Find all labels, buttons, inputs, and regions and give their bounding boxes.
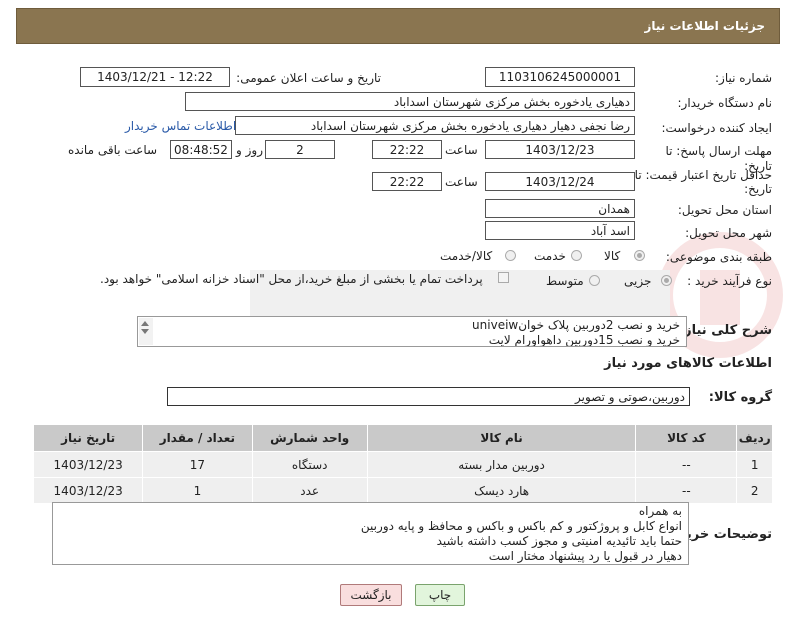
page-header: جزئیات اطلاعات نیاز bbox=[16, 8, 780, 44]
table-row: 1 -- دوربین مدار بسته دستگاه 17 1403/12/… bbox=[32, 451, 773, 478]
days-label: روز و bbox=[236, 143, 263, 157]
print-button[interactable]: چاپ bbox=[415, 584, 465, 606]
cell-unit: دستگاه bbox=[251, 451, 368, 478]
days-remaining-field: 2 bbox=[265, 140, 335, 159]
goods-group-field: دوربین،صوتی و تصویر bbox=[167, 387, 690, 406]
cell-row: 1 bbox=[736, 451, 773, 478]
category-radio-goods-service[interactable] bbox=[505, 250, 516, 261]
deadline-time-field: 22:22 bbox=[372, 140, 442, 159]
remaining-time-label: ساعت باقی مانده bbox=[68, 143, 158, 157]
deadline-label: مهلت ارسال پاسخ: تا bbox=[665, 144, 772, 158]
buyer-notes-line: دهیار در قبول یا رد پیشنهاد مختار است bbox=[488, 549, 682, 563]
cell-row: 2 bbox=[736, 477, 773, 504]
announce-date-field: 1403/12/21 - 12:22 bbox=[80, 67, 230, 87]
goods-table: ردیف کد کالا نام کالا واحد شمارش تعداد /… bbox=[32, 424, 773, 504]
need-number-label: شماره نیاز: bbox=[715, 71, 772, 85]
table-row: 2 -- هارد دیسک عدد 1 1403/12/23 bbox=[32, 477, 773, 504]
category-option-service: خدمت bbox=[534, 249, 566, 263]
col-unit-header: واحد شمارش bbox=[251, 424, 368, 452]
category-label: طبقه بندی موضوعی: bbox=[665, 250, 772, 264]
process-label: نوع فرآیند خرید : bbox=[687, 274, 772, 288]
cell-date: 1403/12/23 bbox=[32, 477, 144, 504]
remaining-time-field: 08:48:52 bbox=[170, 140, 232, 159]
page-title: جزئیات اطلاعات نیاز bbox=[644, 19, 765, 33]
buyer-notes-line: به همراه bbox=[638, 504, 682, 518]
col-name-header: نام کالا bbox=[366, 424, 637, 452]
validity-time-label: ساعت bbox=[445, 175, 478, 189]
buyer-org-field: دهیاری یادخوره بخش مرکزی شهرستان اسداباد bbox=[185, 92, 635, 111]
goods-group-label: گروه کالا: bbox=[708, 390, 772, 405]
process-radio-minor[interactable] bbox=[661, 275, 672, 286]
deadline-time-label: ساعت bbox=[445, 143, 478, 157]
need-number-field: 1103106245000001 bbox=[485, 67, 635, 87]
need-description-label: شرح کلی نیاز: bbox=[678, 323, 772, 338]
col-qty-header: تعداد / مقدار bbox=[142, 424, 253, 452]
need-description-line-2: خرید و نصب 15دوربین داهواورام لایت bbox=[488, 333, 680, 347]
treasury-payment-checkbox[interactable] bbox=[498, 272, 509, 283]
process-option-minor: جزیی bbox=[624, 274, 652, 288]
process-option-medium: متوسط bbox=[546, 274, 584, 288]
announce-date-label: تاریخ و ساعت اعلان عمومی: bbox=[236, 71, 381, 85]
category-option-goods: کالا bbox=[604, 249, 621, 263]
buyer-notes-line: حتما باید تائیدیه امنیتی و مجوز کسب داشت… bbox=[436, 534, 682, 548]
description-scrollbar[interactable] bbox=[139, 318, 153, 345]
validity-date-field: 1403/12/24 bbox=[485, 172, 635, 191]
category-radio-service[interactable] bbox=[571, 250, 582, 261]
col-row-header: ردیف bbox=[736, 424, 773, 452]
back-button[interactable]: بازگشت bbox=[340, 584, 402, 606]
cell-code: -- bbox=[635, 477, 738, 504]
cell-code: -- bbox=[635, 451, 738, 478]
cell-name: هارد دیسک bbox=[366, 477, 637, 504]
category-option-goods-service: کالا/خدمت bbox=[440, 249, 493, 263]
need-description-textarea[interactable]: خرید و نصب 2دوربین پلاک خوانuniveiw خرید… bbox=[137, 316, 687, 347]
scroll-down-icon bbox=[141, 329, 149, 334]
buyer-org-label: نام دستگاه خریدار: bbox=[677, 96, 773, 110]
category-radio-goods[interactable] bbox=[634, 250, 645, 261]
cell-date: 1403/12/23 bbox=[32, 451, 144, 478]
buyer-notes-line: انواع کابل و پروژکتور و کم باکس و باکس و… bbox=[360, 519, 682, 533]
province-field: همدان bbox=[485, 199, 635, 218]
col-date-header: تاریخ نیاز bbox=[32, 424, 144, 452]
city-label: شهر محل تحویل: bbox=[685, 226, 772, 240]
goods-info-title: اطلاعات کالاهای مورد نیاز bbox=[604, 356, 772, 371]
city-field: اسد آباد bbox=[485, 221, 635, 240]
buyer-contact-link[interactable]: اطلاعات تماس خریدار bbox=[125, 119, 236, 133]
creator-label: ایجاد کننده درخواست: bbox=[661, 121, 772, 135]
table-header-row: ردیف کد کالا نام کالا واحد شمارش تعداد /… bbox=[32, 424, 773, 452]
cell-unit: عدد bbox=[251, 477, 368, 504]
validity-time-field: 22:22 bbox=[372, 172, 442, 191]
validity-label: حداقل تاریخ اعتبار قیمت: تا bbox=[634, 168, 772, 182]
col-code-header: کد کالا bbox=[635, 424, 738, 452]
treasury-payment-note: پرداخت تمام یا بخشی از مبلغ خرید،از محل … bbox=[100, 272, 483, 286]
cell-qty: 1 bbox=[142, 477, 253, 504]
cell-name: دوربین مدار بسته bbox=[366, 451, 637, 478]
buyer-notes-textarea[interactable]: به همراه انواع کابل و پروژکتور و کم باکس… bbox=[52, 502, 689, 565]
need-description-line-1: خرید و نصب 2دوربین پلاک خوانuniveiw bbox=[472, 318, 680, 332]
creator-field: رضا نجفی دهیار دهیاری یادخوره بخش مرکزی … bbox=[235, 116, 635, 135]
deadline-date-field: 1403/12/23 bbox=[485, 140, 635, 159]
province-label: استان محل تحویل: bbox=[677, 203, 772, 217]
scroll-up-icon bbox=[141, 321, 149, 326]
cell-qty: 17 bbox=[142, 451, 253, 478]
process-radio-medium[interactable] bbox=[589, 275, 600, 286]
validity-label-date: تاریخ: bbox=[744, 182, 772, 196]
